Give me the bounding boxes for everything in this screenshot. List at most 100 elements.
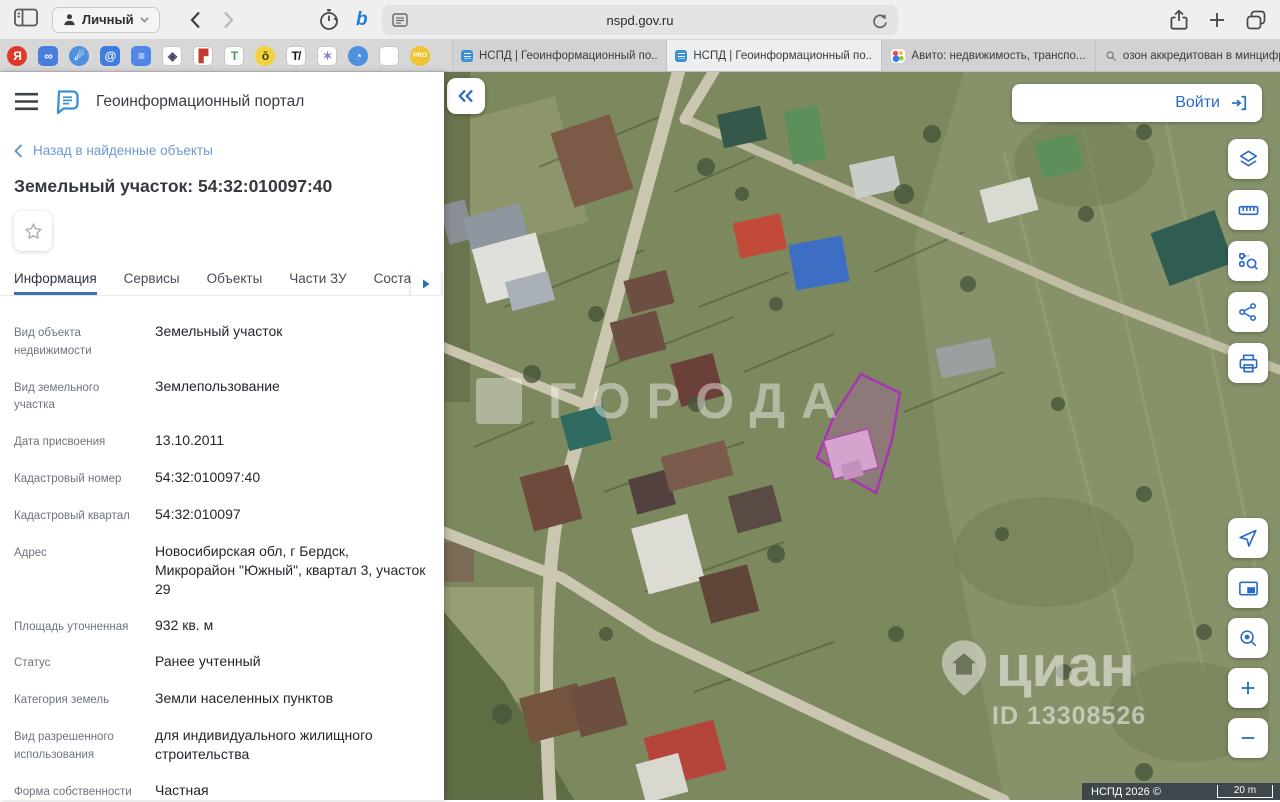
person-icon: [63, 13, 76, 26]
object-search-icon: [1237, 250, 1260, 273]
attribute-row: СтатусРанее учтенный: [14, 652, 430, 673]
pro-icon[interactable]: PRO: [410, 46, 430, 66]
tab-parts[interactable]: Части ЗУ: [289, 271, 346, 295]
chevron-right-icon: [422, 279, 430, 289]
bookmarks-bar: Я ∞ ☄ @ ≡ ◈ ▛ Tō T/ ✶ ◔ PRO: [0, 40, 452, 71]
favorite-button[interactable]: [14, 211, 52, 251]
sidebar-toggle-icon[interactable]: [14, 8, 38, 32]
comet-icon[interactable]: ☄: [69, 46, 89, 66]
avito-favicon: [891, 49, 905, 63]
locate-position-button[interactable]: [1228, 518, 1268, 558]
portal-title: Геоинформационный портал: [96, 93, 304, 111]
attribute-row: Дата присвоения13.10.2011: [14, 431, 430, 452]
ruler-button[interactable]: [1228, 190, 1268, 230]
tab-strip: НСПД | Геоинформационный по... НСПД | Гео…: [452, 40, 1280, 71]
plus-icon: [1238, 678, 1258, 698]
browser-tab[interactable]: озон аккредитован в минцифра...: [1095, 40, 1280, 71]
timer-icon[interactable]: [318, 8, 340, 32]
attribute-row: Категория земельЗемли населенных пунктов: [14, 689, 430, 710]
satellite-imagery: [444, 72, 1280, 800]
notes-icon[interactable]: ≡: [131, 46, 151, 66]
tab-overview-icon[interactable]: [1246, 10, 1266, 30]
new-tab-icon[interactable]: [1208, 11, 1226, 29]
portal-logo-icon: [54, 88, 81, 115]
double-chevron-left-icon: [458, 89, 474, 103]
profile-label: Личный: [82, 12, 134, 27]
reload-icon[interactable]: [872, 12, 888, 29]
attribute-row: Площадь уточненная932 кв. м: [14, 616, 430, 637]
yandex-icon[interactable]: Я: [7, 46, 27, 66]
search-area-button[interactable]: [1228, 618, 1268, 658]
zoom-in-button[interactable]: [1228, 668, 1268, 708]
layers-icon: [1237, 148, 1260, 171]
attribute-list: Вид объекта недвижимостиЗемельный участо…: [0, 296, 444, 802]
reader-icon[interactable]: [392, 13, 408, 27]
star-icon: [23, 221, 44, 242]
browser-tab[interactable]: НСПД | Геоинформационный по...: [452, 40, 666, 71]
basemap-icon: [1237, 577, 1260, 600]
pie-icon[interactable]: ◔: [348, 46, 368, 66]
ozon-o-icon[interactable]: ō: [255, 46, 275, 66]
tab-services[interactable]: Сервисы: [124, 271, 180, 295]
tab-bar: Я ∞ ☄ @ ≡ ◈ ▛ Tō T/ ✶ ◔ PRO НСПД | Геоинформационны…: [0, 40, 1280, 72]
map-attribution: НСПД 2026 © 20 m: [1082, 783, 1280, 800]
tab-objects[interactable]: Объекты: [207, 271, 263, 295]
search-icon: [1105, 50, 1117, 62]
t-green-icon[interactable]: T: [224, 46, 244, 66]
t-slash-icon[interactable]: T/: [286, 46, 306, 66]
tab-title: НСПД | Геоинформационный по...: [693, 50, 872, 62]
browser-tab[interactable]: НСПД | Геоинформационный по...: [666, 40, 880, 71]
attribute-row: Кадастровый квартал54:32:010097: [14, 505, 430, 526]
chevron-left-icon: [14, 144, 23, 158]
attribute-row: Вид объекта недвижимостиЗемельный участо…: [14, 322, 430, 361]
tab-information[interactable]: Информация: [14, 271, 97, 295]
login-button[interactable]: Войти: [1012, 84, 1262, 122]
login-label: Войти: [1175, 94, 1220, 112]
minus-icon: [1238, 728, 1258, 748]
ruler-icon: [1237, 199, 1260, 222]
share-map-button[interactable]: [1228, 292, 1268, 332]
login-icon: [1229, 93, 1249, 113]
object-search-button[interactable]: [1228, 241, 1268, 281]
diamond-icon[interactable]: ◈: [162, 46, 182, 66]
swirl-purple-icon[interactable]: ✶: [317, 46, 337, 66]
attribute-row: АдресНовосибирская обл, г Бердск, Микрор…: [14, 542, 430, 600]
tabs-scroll-right-button[interactable]: [411, 271, 441, 296]
browser-toolbar: Личный b nspd.gov.ru: [0, 0, 1280, 40]
print-icon: [1237, 352, 1260, 375]
back-to-results-link[interactable]: Назад в найденные объекты: [14, 143, 444, 158]
back-button[interactable]: [190, 11, 201, 29]
layers-button[interactable]: [1228, 139, 1268, 179]
info-panel: Геоинформационный портал Назад в найденн…: [0, 72, 444, 800]
magnifier-dot-icon: [1237, 627, 1259, 649]
tab-title: Авито: недвижимость, транспо...: [911, 50, 1085, 62]
share-icon[interactable]: [1170, 9, 1188, 31]
building-icon[interactable]: ▛: [193, 46, 213, 66]
tab-title: НСПД | Геоинформационный по...: [479, 50, 658, 62]
print-button[interactable]: [1228, 343, 1268, 383]
collapse-panel-button[interactable]: [447, 78, 485, 114]
attribution-text: НСПД 2026 ©: [1091, 786, 1161, 798]
map-canvas[interactable]: Войти ГОРОДА циан ID 1330: [444, 72, 1280, 800]
basemap-button[interactable]: [1228, 568, 1268, 608]
chevron-down-icon: [140, 17, 149, 23]
browser-tab[interactable]: Авито: недвижимость, транспо...: [881, 40, 1095, 71]
attribute-row: Вид земельного участкаЗемлепользование: [14, 377, 430, 416]
navigation-arrow-icon: [1237, 527, 1259, 549]
infinity-icon[interactable]: ∞: [38, 46, 58, 66]
scale-bar: 20 m: [1217, 785, 1273, 798]
forward-button[interactable]: [223, 11, 234, 29]
nspd-favicon: [461, 50, 473, 62]
zoom-out-button[interactable]: [1228, 718, 1268, 758]
tab-title: озон аккредитован в минцифра...: [1123, 50, 1280, 62]
hamburger-menu-icon[interactable]: [14, 92, 39, 111]
avito-icon[interactable]: [379, 46, 399, 66]
attribute-row: Вид разрешенного использованиядля индиви…: [14, 726, 430, 765]
url-text[interactable]: nspd.gov.ru: [408, 13, 872, 28]
attribute-row: Форма собственностиЧастная: [14, 781, 430, 802]
mail-at-icon[interactable]: @: [100, 46, 120, 66]
share-nodes-icon: [1237, 301, 1259, 323]
bing-icon[interactable]: b: [356, 9, 368, 31]
profile-switcher[interactable]: Личный: [52, 7, 160, 33]
address-bar[interactable]: nspd.gov.ru: [382, 5, 898, 35]
